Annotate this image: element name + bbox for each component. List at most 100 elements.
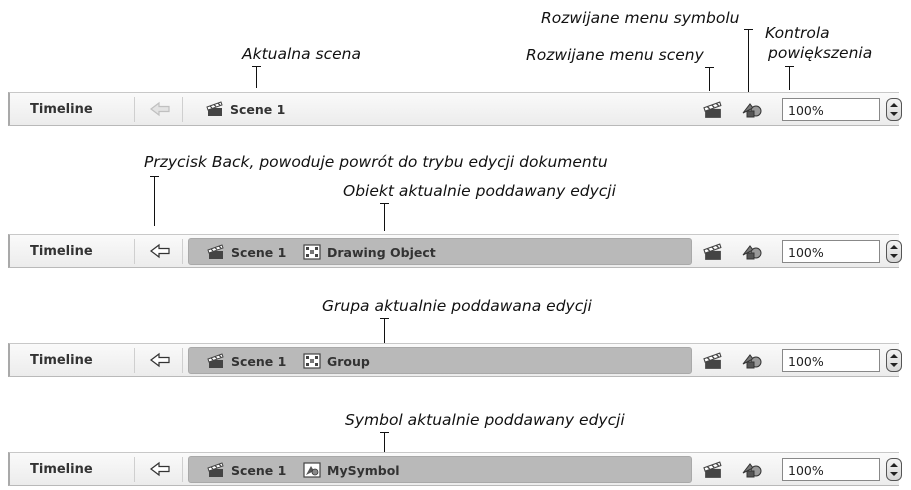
breadcrumb-scene[interactable]: Scene 1 <box>207 352 286 370</box>
leader-line <box>380 203 389 204</box>
timeline-toggle-button[interactable]: Timeline <box>30 462 93 477</box>
chevron-up-down-icon <box>890 245 898 258</box>
annotation-zoom-control: powiększenia <box>768 44 873 62</box>
leader-line <box>150 176 159 177</box>
leader-line <box>384 318 385 346</box>
annotation-edited-object: Obiekt aktualnie poddawany edycji <box>343 182 616 200</box>
back-button[interactable] <box>149 352 171 368</box>
edit-symbol-menu-button[interactable] <box>741 461 763 479</box>
chevron-up-down-icon <box>890 463 898 476</box>
separator <box>134 239 135 264</box>
annotation-zoom-control: Kontrola <box>765 24 830 42</box>
timeline-edit-bar: Timeline Scene 1 100% <box>8 92 902 126</box>
separator <box>182 239 183 264</box>
edit-scene-menu-button[interactable] <box>702 101 724 119</box>
back-button[interactable] <box>149 101 171 117</box>
group-icon <box>303 353 321 369</box>
timeline-toggle-button[interactable]: Timeline <box>30 244 93 259</box>
breadcrumb: Scene 1 <box>188 96 692 123</box>
zoom-input[interactable]: 100% <box>782 240 880 263</box>
drawing-object-icon <box>303 244 321 260</box>
timeline-edit-bar: Timeline Scene 1 Drawing Object 100% <box>8 234 902 268</box>
shapes-icon <box>742 103 762 118</box>
leader-line <box>380 432 389 433</box>
leader-line <box>744 29 753 30</box>
annotation-current-scene: Aktualna scena <box>242 45 361 63</box>
scene-label: Scene 1 <box>231 244 287 260</box>
zoom-input[interactable]: 100% <box>782 349 880 372</box>
leader-line <box>256 66 257 88</box>
breadcrumb-scene[interactable]: Scene 1 <box>207 243 286 261</box>
timeline-toggle-button[interactable]: Timeline <box>30 353 93 368</box>
leader-line <box>380 318 389 319</box>
separator <box>134 457 135 482</box>
breadcrumb-scene[interactable]: Scene 1 <box>207 461 286 479</box>
separator <box>182 348 183 373</box>
leader-line <box>252 66 261 67</box>
edit-symbol-menu-button[interactable] <box>741 101 763 119</box>
timeline-edit-bar: Timeline Scene 1 Group 100% <box>8 343 902 377</box>
clapperboard-icon <box>703 101 722 118</box>
zoom-input[interactable]: 100% <box>782 458 880 481</box>
arrow-left-icon <box>150 461 170 477</box>
leader-line <box>705 67 714 68</box>
arrow-left-icon <box>150 352 170 368</box>
leader-line <box>154 176 155 226</box>
breadcrumb-item[interactable]: Drawing Object <box>303 243 436 261</box>
edit-symbol-menu-button[interactable] <box>741 352 763 370</box>
clapperboard-icon <box>207 462 224 477</box>
edit-symbol-menu-button[interactable] <box>741 243 763 261</box>
edit-scene-menu-button[interactable] <box>702 352 724 370</box>
back-button[interactable] <box>149 461 171 477</box>
breadcrumb: Scene 1 Drawing Object <box>188 238 692 265</box>
scene-label: Scene 1 <box>230 101 286 117</box>
annotation-scene-menu: Rozwijane menu sceny <box>526 46 704 64</box>
clapperboard-icon <box>206 101 223 116</box>
zoom-stepper[interactable] <box>886 240 902 263</box>
separator <box>182 97 183 122</box>
separator <box>134 348 135 373</box>
edited-item-label: Group <box>327 353 370 369</box>
clapperboard-icon <box>703 352 722 369</box>
edit-scene-menu-button[interactable] <box>702 243 724 261</box>
breadcrumb: Scene 1 MySymbol <box>188 456 692 483</box>
symbol-icon <box>303 462 321 478</box>
breadcrumb-scene[interactable]: Scene 1 <box>206 100 285 118</box>
edited-item-label: Drawing Object <box>327 244 436 260</box>
separator <box>182 457 183 482</box>
annotation-symbol-menu: Rozwijane menu symbolu <box>541 9 740 27</box>
leader-line <box>789 66 790 90</box>
annotation-edited-group: Grupa aktualnie poddawana edycji <box>322 297 592 315</box>
zoom-stepper[interactable] <box>886 349 902 372</box>
leader-line <box>709 67 710 91</box>
leader-line <box>384 203 385 231</box>
edit-scene-menu-button[interactable] <box>702 461 724 479</box>
clapperboard-icon <box>703 243 722 260</box>
breadcrumb: Scene 1 Group <box>188 347 692 374</box>
clapperboard-icon <box>703 461 722 478</box>
shapes-icon <box>742 245 762 260</box>
zoom-input[interactable]: 100% <box>782 98 880 121</box>
edited-item-label: MySymbol <box>327 462 400 478</box>
arrow-left-icon <box>150 243 170 259</box>
back-button[interactable] <box>149 243 171 259</box>
leader-line <box>785 66 794 67</box>
timeline-edit-bar: Timeline Scene 1 MySymbol 100% <box>8 452 902 486</box>
arrow-left-icon <box>150 101 170 117</box>
zoom-stepper[interactable] <box>886 98 902 121</box>
zoom-stepper[interactable] <box>886 458 902 481</box>
shapes-icon <box>742 463 762 478</box>
scene-label: Scene 1 <box>231 462 287 478</box>
annotation-edited-symbol: Symbol aktualnie poddawany edycji <box>345 411 625 429</box>
leader-line <box>748 29 749 92</box>
annotation-back-button: Przycisk Back, powoduje powrót do trybu … <box>144 153 608 171</box>
chevron-up-down-icon <box>890 354 898 367</box>
chevron-up-down-icon <box>890 103 898 116</box>
shapes-icon <box>742 354 762 369</box>
timeline-toggle-button[interactable]: Timeline <box>30 102 93 117</box>
breadcrumb-item[interactable]: MySymbol <box>303 461 400 479</box>
clapperboard-icon <box>207 353 224 368</box>
breadcrumb-item[interactable]: Group <box>303 352 370 370</box>
clapperboard-icon <box>207 244 224 259</box>
scene-label: Scene 1 <box>231 353 287 369</box>
